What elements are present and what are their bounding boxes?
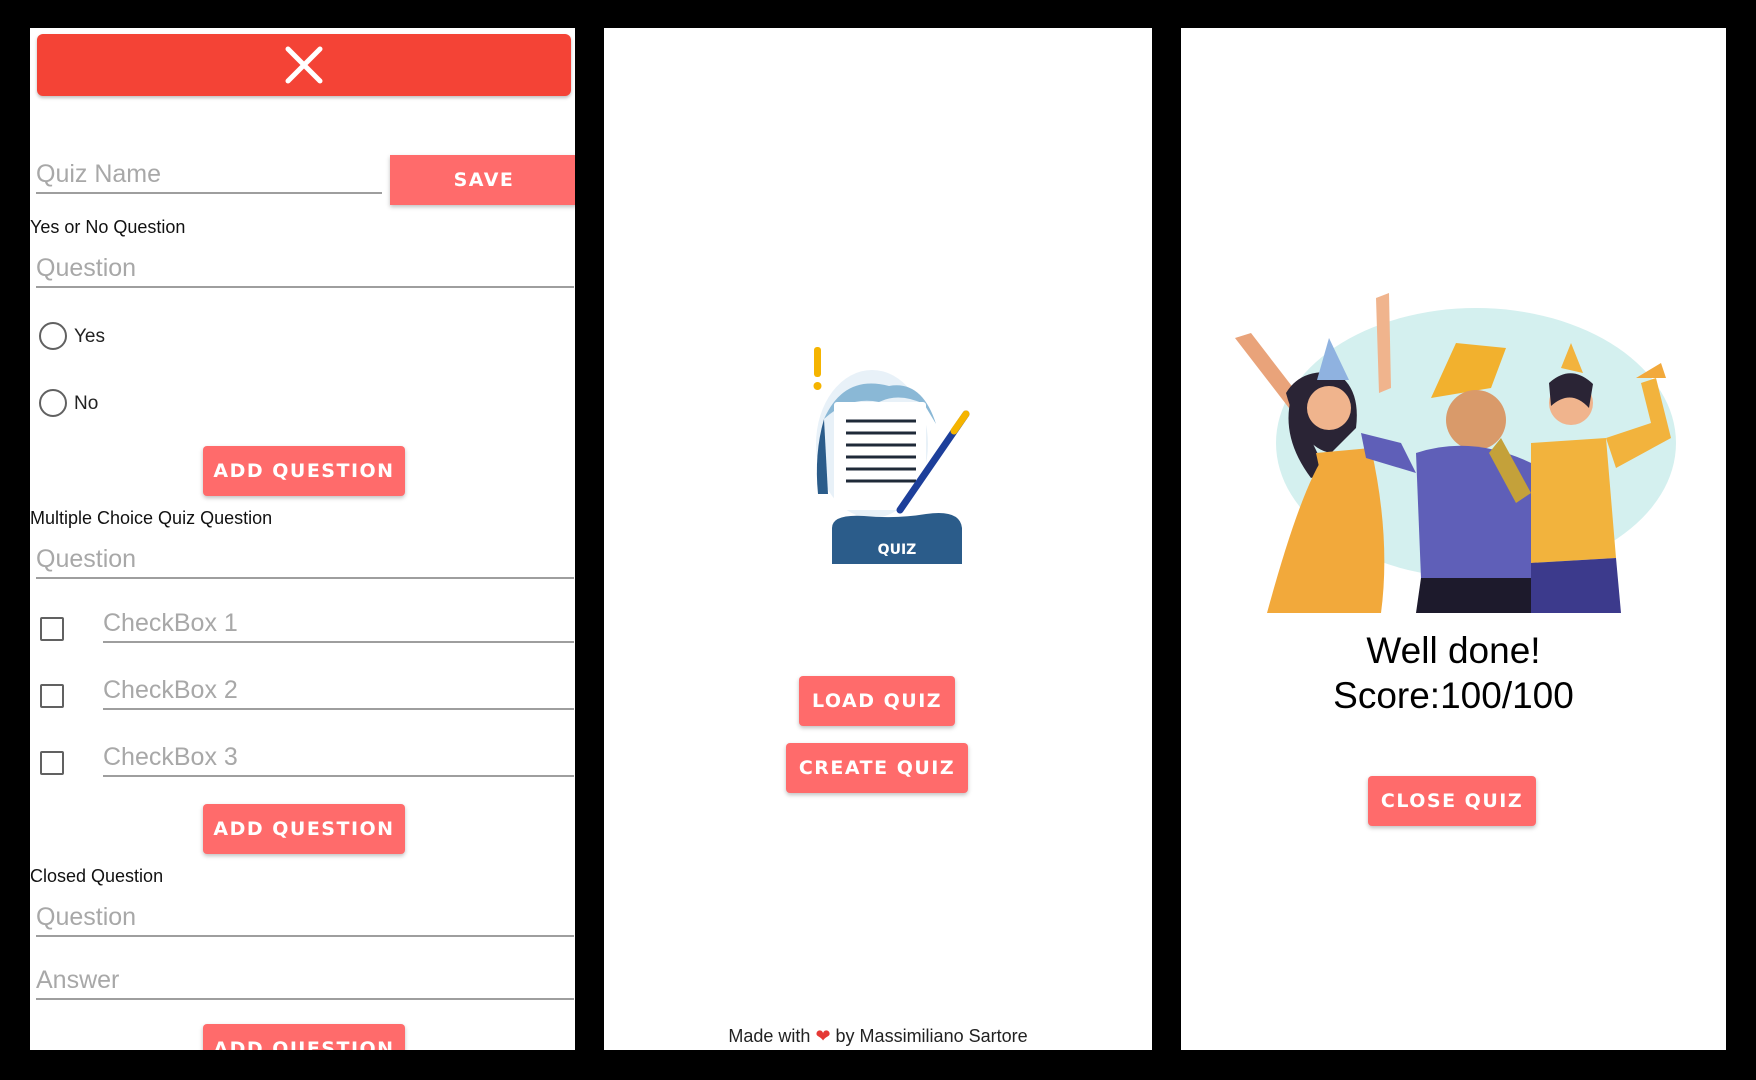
footer-prefix: Made with	[728, 1026, 811, 1046]
celebration-illustration	[1235, 293, 1676, 613]
checkbox-3[interactable]	[40, 751, 64, 775]
checkbox-1-input[interactable]	[103, 605, 574, 641]
quiz-logo-text: QUIZ	[878, 542, 917, 558]
multiple-choice-question-input[interactable]	[36, 541, 574, 577]
radio-yes-label: Yes	[74, 326, 105, 347]
checkbox-2[interactable]	[40, 684, 64, 708]
checkbox-2-field[interactable]	[103, 672, 574, 710]
quiz-logo-icon: QUIZ	[813, 347, 970, 564]
checkbox-3-field[interactable]	[103, 739, 574, 777]
radio-yes[interactable]	[39, 322, 67, 350]
multiple-choice-question-field[interactable]	[36, 541, 574, 579]
multiple-choice-section-title: Multiple Choice Quiz Question	[30, 508, 273, 528]
add-multiple-choice-question-button[interactable]: ADD QUESTION	[203, 804, 405, 854]
heart-icon: ❤	[815, 1026, 831, 1046]
footer-suffix: by Massimiliano Sartore	[835, 1026, 1028, 1046]
checkbox-1[interactable]	[40, 617, 64, 641]
closed-question-input[interactable]	[36, 899, 574, 935]
radio-no-label: No	[74, 393, 99, 414]
close-quiz-button[interactable]: CLOSE QUIZ	[1368, 776, 1536, 826]
yes-no-question-input[interactable]	[36, 250, 574, 286]
create-quiz-screen: SAVE Yes or No Question Yes No ADD QUEST…	[30, 28, 575, 1050]
close-icon	[285, 46, 323, 84]
checkbox-2-input[interactable]	[103, 672, 574, 708]
load-quiz-button[interactable]: LOAD QUIZ	[799, 676, 955, 726]
closed-question-field[interactable]	[36, 899, 574, 937]
close-button[interactable]	[37, 34, 571, 96]
save-button[interactable]: SAVE	[390, 155, 575, 205]
yes-no-section-title: Yes or No Question	[30, 217, 186, 237]
result-title: Well done!	[1366, 630, 1541, 671]
add-closed-question-button[interactable]: ADD QUESTION	[203, 1024, 405, 1050]
checkbox-1-field[interactable]	[103, 605, 574, 643]
result-screen: Well done! Score:100/100 CLOSE QUIZ	[1181, 28, 1726, 1050]
footer-credit: Made with ❤ by Massimiliano Sartore	[604, 1026, 1152, 1047]
yes-no-question-field[interactable]	[36, 250, 574, 288]
closed-section-title: Closed Question	[30, 866, 164, 886]
add-yes-no-question-button[interactable]: ADD QUESTION	[203, 446, 405, 496]
quiz-name-input[interactable]	[36, 156, 382, 192]
create-quiz-button[interactable]: CREATE QUIZ	[786, 743, 968, 793]
home-screen: QUIZ LOAD QUIZ CREATE QUIZ Made with ❤ b…	[604, 28, 1152, 1050]
closed-answer-field[interactable]	[36, 962, 574, 1000]
radio-no[interactable]	[39, 389, 67, 417]
closed-answer-input[interactable]	[36, 962, 574, 998]
score-text: Score:100/100	[1333, 675, 1574, 716]
quiz-name-field[interactable]	[36, 156, 382, 194]
checkbox-3-input[interactable]	[103, 739, 574, 775]
